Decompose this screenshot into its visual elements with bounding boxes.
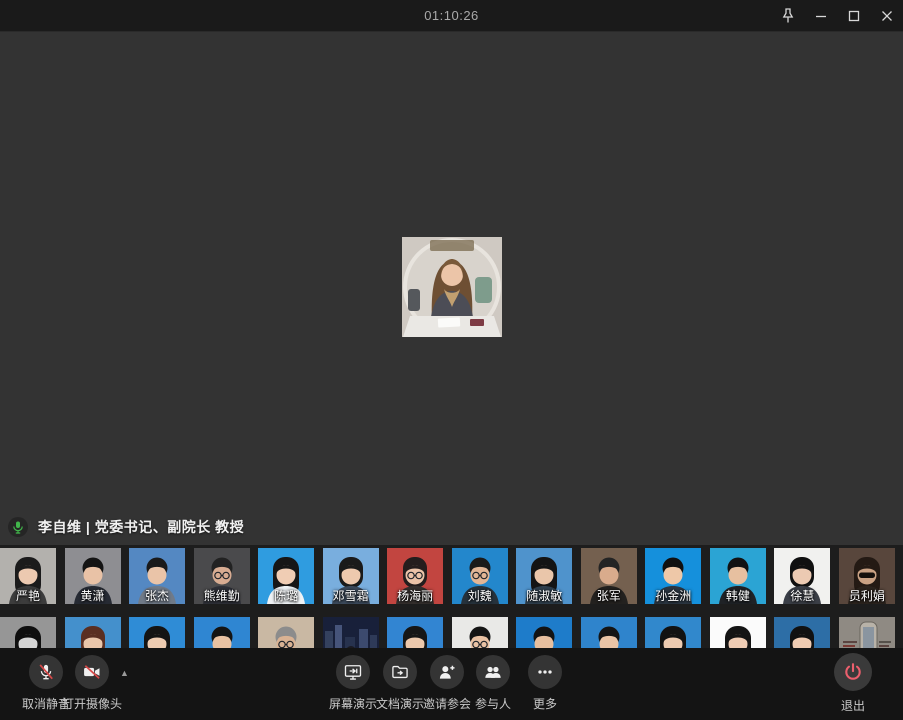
participant-tile[interactable] bbox=[839, 617, 895, 648]
participant-tile[interactable] bbox=[774, 617, 830, 648]
participant-name: 张杰 bbox=[129, 589, 185, 604]
participant-tile[interactable] bbox=[387, 617, 443, 648]
participant-tile[interactable]: 孙金洲 bbox=[645, 548, 701, 604]
participant-name: 杨海丽 bbox=[387, 589, 443, 604]
camera-options-toggle[interactable]: ▲ bbox=[120, 668, 129, 678]
invite-button[interactable]: 邀请参会 bbox=[423, 655, 471, 712]
invite-label: 邀请参会 bbox=[423, 695, 471, 712]
participant-name: 徐慧 bbox=[774, 589, 830, 604]
participant-name: 孙金洲 bbox=[645, 589, 701, 604]
participant-tile[interactable]: 杨海丽 bbox=[387, 548, 443, 604]
participant-name: 严艳 bbox=[0, 589, 56, 604]
speaker-name-label: 李自维 | 党委书记、副院长 教授 bbox=[38, 517, 244, 537]
participant-tile[interactable]: 随淑敏 bbox=[516, 548, 572, 604]
doc-share-button[interactable]: 文档演示 bbox=[376, 655, 424, 712]
camera-on-button[interactable]: 打开摄像头 bbox=[62, 655, 122, 712]
participant-tile[interactable] bbox=[581, 617, 637, 648]
participant-tile[interactable] bbox=[258, 617, 314, 648]
participant-tile[interactable]: 张军 bbox=[581, 548, 637, 604]
filmstrip-row-2 bbox=[0, 617, 895, 648]
participant-name: 员利娟 bbox=[839, 589, 895, 604]
pushpin-icon bbox=[781, 8, 795, 24]
participant-tile[interactable]: 邓雪霜 bbox=[323, 548, 379, 604]
doc-share-icon bbox=[383, 655, 417, 689]
exit-label: 退出 bbox=[841, 697, 865, 714]
participant-name: 黄潇 bbox=[65, 589, 121, 604]
stage: 李自维 | 党委书记、副院长 教授 bbox=[0, 32, 903, 545]
titlebar: 01:10:26 bbox=[0, 0, 903, 32]
meeting-window: 01:10:26 bbox=[0, 0, 903, 720]
close-button[interactable] bbox=[870, 0, 903, 32]
participants-icon bbox=[476, 655, 510, 689]
filmstrip-row-1: 严艳黄潇张杰熊维勤陈璐邓雪霜杨海丽刘魏随淑敏张军孙金洲韩健徐慧员利娟 bbox=[0, 548, 895, 604]
close-icon bbox=[881, 10, 893, 22]
participant-tile[interactable]: 张杰 bbox=[129, 548, 185, 604]
screen-share-button[interactable]: 屏幕演示 bbox=[329, 655, 377, 712]
participant-name: 张军 bbox=[581, 589, 637, 604]
participant-tile[interactable] bbox=[516, 617, 572, 648]
participant-tile[interactable] bbox=[194, 617, 250, 648]
participant-name: 熊维勤 bbox=[194, 589, 250, 604]
camera-off-icon bbox=[75, 655, 109, 689]
participant-tile[interactable]: 韩健 bbox=[710, 548, 766, 604]
participant-tile[interactable]: 黄潇 bbox=[65, 548, 121, 604]
participant-tile[interactable] bbox=[323, 617, 379, 648]
screen-share-label: 屏幕演示 bbox=[329, 695, 377, 712]
window-controls bbox=[771, 0, 903, 32]
participant-tile[interactable] bbox=[452, 617, 508, 648]
participants-label: 参与人 bbox=[475, 695, 511, 712]
power-icon bbox=[834, 653, 872, 691]
participant-tile[interactable] bbox=[129, 617, 185, 648]
maximize-button[interactable] bbox=[837, 0, 870, 32]
more-dots-icon bbox=[528, 655, 562, 689]
participants-button[interactable]: 参与人 bbox=[475, 655, 511, 712]
active-speaker-video[interactable] bbox=[402, 237, 502, 337]
camera-on-label: 打开摄像头 bbox=[62, 695, 122, 712]
participant-tile[interactable] bbox=[645, 617, 701, 648]
participant-tile[interactable]: 徐慧 bbox=[774, 548, 830, 604]
participant-tile[interactable]: 陈璐 bbox=[258, 548, 314, 604]
exit-button[interactable]: 退出 bbox=[834, 653, 872, 714]
participant-tile[interactable] bbox=[710, 617, 766, 648]
minimize-button[interactable] bbox=[804, 0, 837, 32]
participant-tile[interactable] bbox=[65, 617, 121, 648]
participant-name: 随淑敏 bbox=[516, 589, 572, 604]
toolbar: 取消静音 打开摄像头 ▲ bbox=[0, 648, 903, 720]
meeting-timer: 01:10:26 bbox=[0, 0, 903, 32]
participant-tile[interactable]: 熊维勤 bbox=[194, 548, 250, 604]
participant-name: 陈璐 bbox=[258, 589, 314, 604]
mic-on-icon bbox=[8, 517, 28, 537]
minimize-icon bbox=[815, 10, 827, 22]
maximize-icon bbox=[848, 10, 860, 22]
participant-filmstrip: 严艳黄潇张杰熊维勤陈璐邓雪霜杨海丽刘魏随淑敏张军孙金洲韩健徐慧员利娟 bbox=[0, 545, 903, 648]
participant-tile[interactable] bbox=[0, 617, 56, 648]
more-button[interactable]: 更多 bbox=[528, 655, 562, 712]
participant-tile[interactable]: 刘魏 bbox=[452, 548, 508, 604]
mic-muted-icon bbox=[29, 655, 63, 689]
participant-name: 韩健 bbox=[710, 589, 766, 604]
participant-name: 刘魏 bbox=[452, 589, 508, 604]
speaker-info: 李自维 | 党委书记、副院长 教授 bbox=[0, 511, 903, 543]
pin-button[interactable] bbox=[771, 0, 804, 32]
doc-share-label: 文档演示 bbox=[376, 695, 424, 712]
participant-name: 邓雪霜 bbox=[323, 589, 379, 604]
invite-person-icon bbox=[430, 655, 464, 689]
screen-share-icon bbox=[336, 655, 370, 689]
active-speaker-photo bbox=[402, 237, 502, 337]
participant-tile[interactable]: 严艳 bbox=[0, 548, 56, 604]
triangle-up-icon: ▲ bbox=[120, 668, 129, 678]
more-label: 更多 bbox=[533, 695, 557, 712]
participant-tile[interactable]: 员利娟 bbox=[839, 548, 895, 604]
